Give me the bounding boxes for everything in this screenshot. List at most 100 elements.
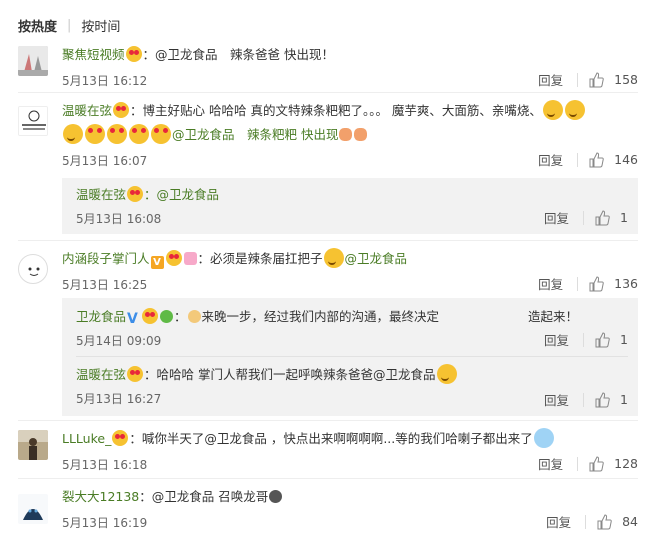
- vip-badge-icon: V: [150, 256, 164, 269]
- comment-time: 5月13日 16:07: [62, 154, 148, 168]
- avatar[interactable]: [18, 494, 48, 524]
- username[interactable]: 卫龙食品: [76, 309, 126, 324]
- reply-text: ：哈哈哈 掌门人帮我们一起呼唤辣条爸爸@卫龙食品: [144, 367, 436, 382]
- smile-emoji-icon: [564, 100, 585, 120]
- heart-eyes-emoji-icon: [165, 250, 182, 266]
- comment-text-line2: @卫龙食品: [344, 251, 408, 266]
- reply-button[interactable]: 回复: [538, 150, 563, 169]
- member-badge-icon: [160, 310, 174, 323]
- username[interactable]: 温暖在弦: [76, 367, 126, 382]
- like-count: 158: [614, 72, 638, 87]
- grin-emoji-icon: [323, 248, 344, 268]
- comment-actions: 回复 158: [538, 70, 638, 89]
- username[interactable]: LLLuke_: [62, 431, 111, 446]
- praying-hands-emoji-icon: [339, 128, 353, 141]
- action-divider: [583, 392, 585, 407]
- dragon-emoji-icon: [269, 490, 283, 503]
- sort-bar: 按热度 | 按时间: [18, 16, 120, 35]
- row-divider: [18, 478, 638, 479]
- reply-button[interactable]: 回复: [544, 208, 569, 227]
- action-divider: [577, 456, 579, 471]
- reply-thread: 温暖在弦 ：@卫龙食品 5月13日 16:08 回复 1: [62, 178, 638, 234]
- thumbs-up-icon[interactable]: [594, 209, 610, 226]
- comment-time: 5月13日 16:25: [62, 278, 148, 292]
- reply-time: 5月14日 09:09: [76, 334, 162, 348]
- reply-button[interactable]: 回复: [546, 512, 571, 531]
- heart-eyes-emoji-icon: [113, 102, 130, 118]
- sort-divider: |: [67, 17, 72, 33]
- avatar[interactable]: [18, 46, 48, 76]
- reply-text: 来晚一步，经过我们内部的沟通，最终决定: [201, 309, 440, 324]
- reply-button[interactable]: 回复: [538, 274, 563, 293]
- action-divider: [577, 276, 579, 291]
- comment-time: 5月13日 16:12: [62, 74, 148, 88]
- reply-thread: 卫龙食品V ： 来晚一步，经过我们内部的沟通，最终决定 造起来！ 5月14日 09:…: [62, 298, 638, 416]
- smile-emoji-icon: [63, 124, 83, 144]
- comment-text: ：博主好贴心 哈哈哈 真的文特辣条粑粑了。。。 魔芋爽、大面筋、亲嘴烧、: [130, 103, 542, 118]
- thumbs-up-icon[interactable]: [596, 513, 612, 530]
- action-divider: [585, 514, 587, 529]
- reply-button[interactable]: 回复: [538, 70, 563, 89]
- smile-emoji-icon: [542, 100, 563, 120]
- like-count: 146: [614, 152, 638, 167]
- comment-text: ：喊你半天了@卫龙食品 ，快点出来啊啊啊啊...等的我们哈喇子都出来了: [129, 431, 533, 446]
- praying-hands-emoji-icon: [354, 128, 368, 141]
- comment-actions: 回复 146: [538, 150, 638, 169]
- username[interactable]: 裂大大12138: [62, 489, 139, 504]
- avatar[interactable]: [18, 254, 48, 284]
- laughing-tears-emoji-icon: [533, 428, 554, 448]
- comment-text: ：@卫龙食品 辣条爸爸 快出现！: [142, 47, 334, 62]
- thumbs-up-icon[interactable]: [588, 275, 604, 292]
- comment-actions: 回复 136: [538, 274, 638, 293]
- heart-eyes-emoji-icon: [107, 124, 127, 144]
- reply-text: ：: [174, 309, 187, 324]
- action-divider: [577, 152, 579, 167]
- reply-text: ：@卫龙食品: [144, 187, 220, 202]
- like-count: 128: [614, 456, 638, 471]
- heart-eyes-emoji-icon: [125, 46, 142, 62]
- reply-divider: [76, 356, 628, 357]
- smile-emoji-icon: [436, 364, 457, 384]
- heart-eyes-emoji-icon: [142, 308, 159, 324]
- thumbs-up-icon[interactable]: [588, 455, 604, 472]
- thumbs-up-icon[interactable]: [588, 71, 604, 88]
- thumbs-up-icon[interactable]: [588, 151, 604, 168]
- comment-text: ：必须是辣条届扛把子: [197, 251, 323, 266]
- comment-time: 5月13日 16:19: [62, 516, 148, 530]
- thumbs-up-icon[interactable]: [594, 331, 610, 348]
- reply-button[interactable]: 回复: [538, 454, 563, 473]
- like-count: 1: [620, 332, 628, 347]
- avatar[interactable]: [18, 430, 48, 460]
- username[interactable]: 内涵段子掌门人: [62, 251, 150, 266]
- action-divider: [583, 332, 585, 347]
- reply-actions: 回复 1: [544, 330, 628, 349]
- action-divider: [577, 72, 579, 87]
- row-divider: [18, 420, 638, 421]
- comment-item: 内涵段子掌门人 V ：必须是辣条届扛把子 @卫龙食品 5月13日 16:25 回复 1…: [18, 248, 638, 292]
- like-count: 1: [620, 210, 628, 225]
- heart-eyes-emoji-icon: [151, 124, 171, 144]
- reply-actions: 回复 1: [544, 390, 628, 409]
- comment-time: 5月13日 16:18: [62, 458, 148, 472]
- username[interactable]: 温暖在弦: [76, 187, 126, 202]
- reply-time: 5月13日 16:08: [76, 212, 162, 226]
- like-count: 84: [622, 514, 638, 529]
- heart-eyes-emoji-icon: [129, 124, 149, 144]
- heart-eyes-emoji-icon: [85, 124, 105, 144]
- username[interactable]: 温暖在弦: [62, 103, 112, 118]
- sort-by-time[interactable]: 按时间: [81, 16, 120, 35]
- comment-item: 裂大大12138：@卫龙食品 召唤龙哥 5月13日 16:19 回复 84: [18, 486, 638, 534]
- like-count: 1: [620, 392, 628, 407]
- username[interactable]: 聚焦短视频: [62, 47, 125, 62]
- comment-actions: 回复 128: [538, 454, 638, 473]
- avatar[interactable]: [18, 106, 48, 136]
- sort-by-hot[interactable]: 按热度: [18, 16, 57, 35]
- reply-button[interactable]: 回复: [544, 330, 569, 349]
- reply-text-tail: 造起来！: [528, 309, 579, 324]
- heart-eyes-emoji-icon: [127, 366, 144, 382]
- heart-eyes-emoji-icon: [127, 186, 144, 202]
- like-count: 136: [614, 276, 638, 291]
- doge-emoji-icon: [187, 310, 201, 323]
- reply-button[interactable]: 回复: [544, 390, 569, 409]
- thumbs-up-icon[interactable]: [594, 391, 610, 408]
